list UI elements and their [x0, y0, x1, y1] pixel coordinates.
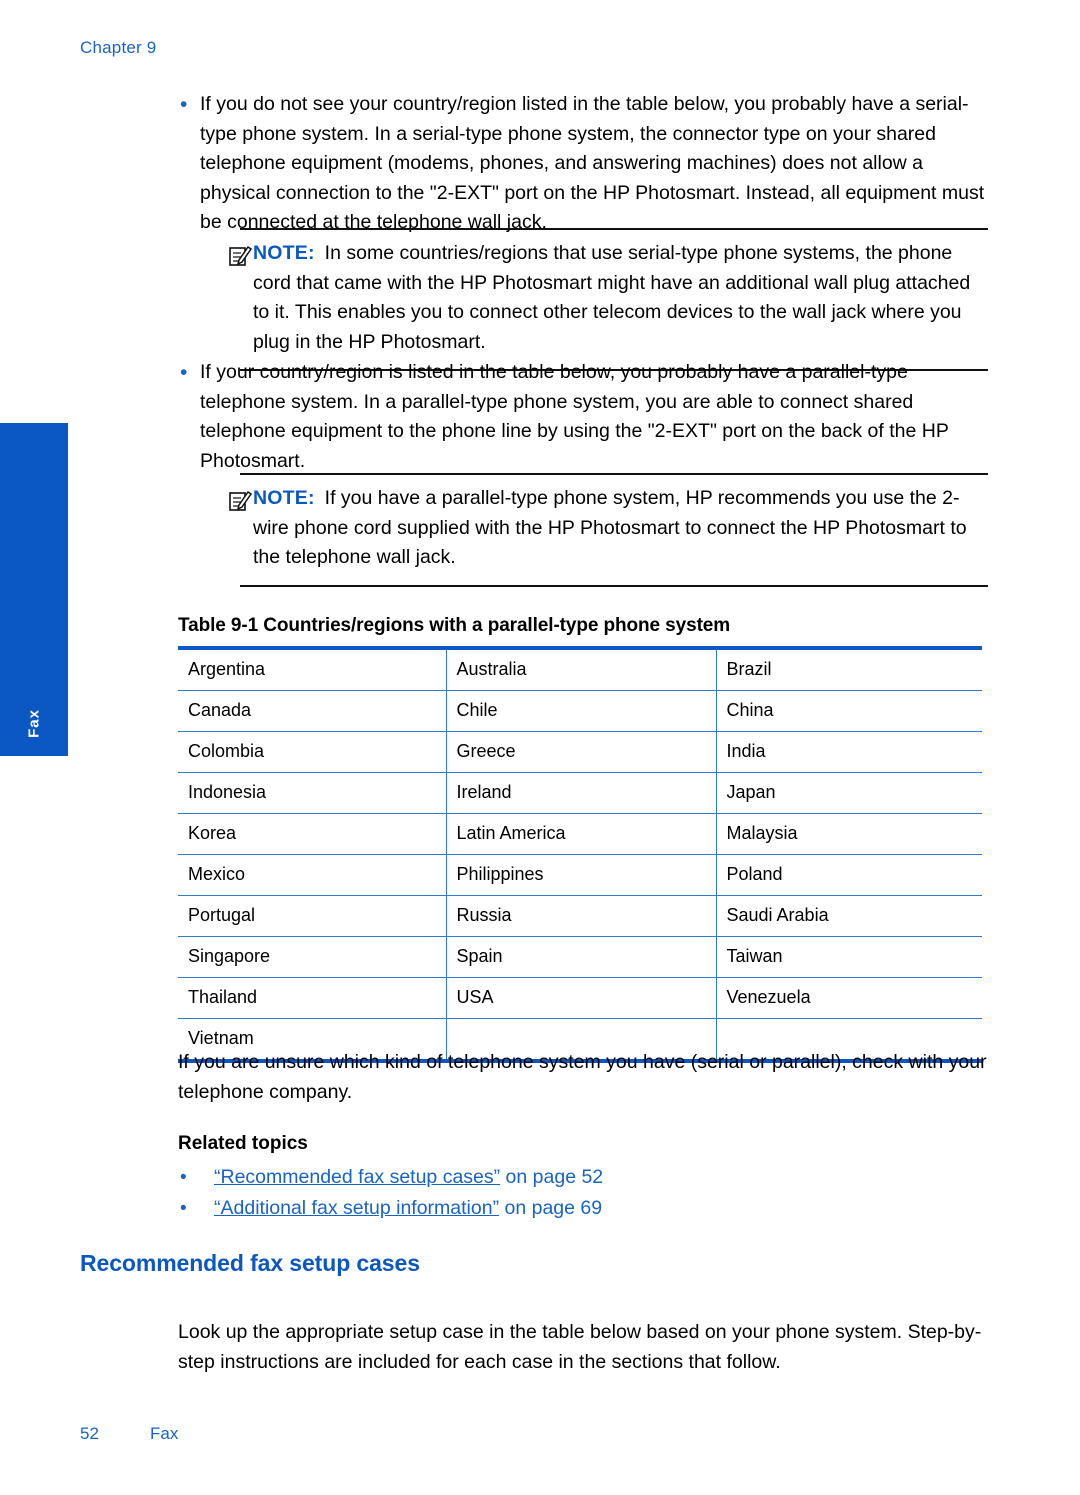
- note-box-serial-type: NOTE: In some countries/regions that use …: [229, 228, 988, 372]
- table-cell-country: Saudi Arabia: [716, 895, 982, 937]
- bullet-marker-icon: •: [180, 93, 188, 116]
- countries-table: Argentina Australia Brazil Canada Chile China…: [178, 646, 982, 1063]
- table-cell-country: Malaysia: [716, 813, 982, 855]
- note-body: NOTE: If you have a parallel-type phone s…: [253, 484, 988, 573]
- table-row: Canada Chile China: [178, 690, 982, 732]
- table-cell-country: Ireland: [446, 772, 717, 814]
- note-label: NOTE:: [253, 242, 315, 264]
- bullet-marker-icon: •: [180, 1198, 187, 1219]
- related-topic-page-ref: on page 52: [500, 1166, 604, 1188]
- note-pencil-icon: [227, 488, 253, 519]
- table-cell-country: India: [716, 731, 982, 773]
- table-cell-country: Korea: [178, 813, 447, 855]
- table-cell-country: Argentina: [178, 646, 447, 691]
- table-cell-country: Thailand: [178, 977, 447, 1019]
- unsure-telephone-system-paragraph: If you are unsure which kind of telephon…: [178, 1051, 987, 1103]
- table-cell-country: Venezuela: [716, 977, 982, 1019]
- table-cell-country: USA: [446, 977, 717, 1019]
- note-text: If you have a parallel-type phone system…: [253, 487, 967, 569]
- table-row: Portugal Russia Saudi Arabia: [178, 895, 982, 937]
- table-caption: Table 9-1 Countries/regions with a paral…: [178, 615, 731, 636]
- bullet-marker-icon: •: [180, 1167, 187, 1188]
- bullet-marker-icon: •: [180, 361, 188, 384]
- document-page: Chapter 9 Fax • If you do not see your c…: [0, 0, 1080, 1495]
- countries-table-body: Argentina Australia Brazil Canada Chile China…: [178, 646, 982, 1063]
- table-cell-country: Greece: [446, 731, 717, 773]
- table-row: Argentina Australia Brazil: [178, 646, 982, 691]
- related-topics-heading: Related topics: [178, 1133, 308, 1154]
- bullet-text: If your country/region is listed in the …: [200, 361, 949, 472]
- page-footer: 52 Fax: [80, 1424, 178, 1444]
- table-cell-country: Colombia: [178, 731, 447, 773]
- chapter-header: Chapter 9: [80, 38, 157, 57]
- footer-section-name: Fax: [150, 1424, 179, 1443]
- table-cell-country: Singapore: [178, 936, 447, 978]
- table-cell-country: Indonesia: [178, 772, 447, 814]
- note-text: In some countries/regions that use seria…: [253, 242, 971, 353]
- table-row: Korea Latin America Malaysia: [178, 813, 982, 855]
- bullet-item-parallel-type: • If your country/region is listed in th…: [178, 358, 990, 476]
- note-box-parallel-type: NOTE: If you have a parallel-type phone s…: [229, 473, 988, 587]
- bullet-text: If you do not see your country/region li…: [200, 93, 985, 234]
- table-cell-country: Japan: [716, 772, 982, 814]
- section-heading-recommended-fax-setup-cases: Recommended fax setup cases: [80, 1250, 420, 1276]
- table-cell-country: Australia: [446, 646, 717, 691]
- note-label: NOTE:: [253, 487, 315, 509]
- related-topics-list: • “Recommended fax setup cases” on page 5…: [178, 1163, 990, 1225]
- table-row: Colombia Greece India: [178, 731, 982, 773]
- note-body: NOTE: In some countries/regions that use …: [253, 239, 988, 357]
- related-topic-row: • “Additional fax setup information” on p…: [178, 1194, 990, 1223]
- side-tab-fax: Fax: [0, 423, 68, 756]
- footer-page-number: 52: [80, 1424, 99, 1443]
- table-row: Thailand USA Venezuela: [178, 977, 982, 1019]
- table-cell-country: Spain: [446, 936, 717, 978]
- related-topic-link[interactable]: “Recommended fax setup cases”: [214, 1166, 500, 1188]
- table-cell-country: Canada: [178, 690, 447, 732]
- related-topic-link[interactable]: “Additional fax setup information”: [214, 1197, 499, 1219]
- side-tab-label: Fax: [25, 709, 43, 738]
- table-cell-country: Chile: [446, 690, 717, 732]
- bullet-item-serial-type: • If you do not see your country/region …: [178, 90, 990, 238]
- table-row: Mexico Philippines Poland: [178, 854, 982, 896]
- table-cell-country: China: [716, 690, 982, 732]
- related-topic-link-text: “Additional fax setup information” on pa…: [214, 1194, 602, 1223]
- table-cell-country: Poland: [716, 854, 982, 896]
- related-topic-row: • “Recommended fax setup cases” on page 5…: [178, 1163, 990, 1192]
- table-cell-country: Mexico: [178, 854, 447, 896]
- table-cell-country: Taiwan: [716, 936, 982, 978]
- table-cell-country: Russia: [446, 895, 717, 937]
- table-cell-country: Philippines: [446, 854, 717, 896]
- table-row: Indonesia Ireland Japan: [178, 772, 982, 814]
- table-row: Singapore Spain Taiwan: [178, 936, 982, 978]
- table-cell-country: Latin America: [446, 813, 717, 855]
- section-paragraph: Look up the appropriate setup case in th…: [178, 1321, 982, 1373]
- related-topic-page-ref: on page 69: [499, 1197, 603, 1219]
- table-cell-country: Portugal: [178, 895, 447, 937]
- note-pencil-icon: [227, 243, 253, 274]
- table-cell-country: Brazil: [716, 646, 982, 691]
- related-topic-link-text: “Recommended fax setup cases” on page 52: [214, 1163, 603, 1192]
